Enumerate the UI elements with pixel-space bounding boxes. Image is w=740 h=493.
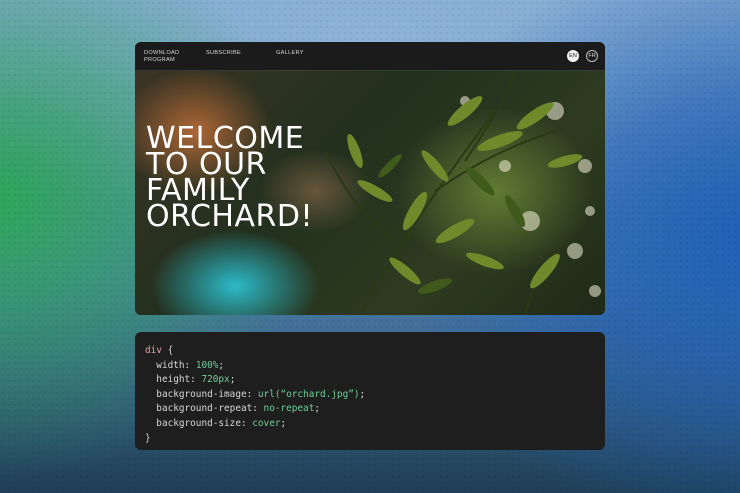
code-value: url(“orchard.jpg”): [257, 388, 360, 400]
code-line: height: 720px;: [156, 374, 236, 386]
code-property: height: [156, 374, 191, 386]
hero-banner: WELCOME TO OUR FAMILY ORCHARD!: [135, 71, 605, 315]
code-close-brace: }: [145, 432, 151, 444]
code-value: 100%: [195, 359, 219, 371]
nav-link-gallery[interactable]: GALLERY: [276, 50, 304, 57]
code-property: background-repeat: [156, 403, 253, 415]
code-content: div { width: 100%; height: 720px; backgr…: [145, 344, 365, 446]
hero-title: WELCOME TO OUR FAMILY ORCHARD!: [146, 121, 313, 234]
code-value: 720px: [201, 374, 230, 386]
code-property: background-size: [156, 417, 241, 429]
language-en-button[interactable]: EN: [567, 50, 579, 62]
code-line: background-size: cover;: [156, 417, 287, 429]
top-navigation: DOWNLOAD PROGRAM SUBSCRIBE GALLERY EN FR: [135, 42, 605, 71]
nav-link-download-program[interactable]: DOWNLOAD PROGRAM: [144, 50, 186, 64]
code-property: width: [156, 359, 185, 371]
code-property: background-image: [156, 388, 247, 400]
nav-link-subscribe[interactable]: SUBSCRIBE: [206, 50, 241, 57]
code-open-brace: {: [167, 345, 174, 356]
code-selector: div: [145, 345, 162, 356]
css-code-block: div { width: 100%; height: 720px; backgr…: [135, 332, 605, 450]
website-preview: DOWNLOAD PROGRAM SUBSCRIBE GALLERY EN FR: [135, 42, 605, 315]
code-line: background-repeat: no-repeat;: [156, 403, 321, 415]
code-line: width: 100%;: [156, 359, 225, 371]
language-fr-button[interactable]: FR: [586, 50, 598, 62]
code-value: no-repeat: [263, 403, 315, 415]
code-value: cover: [252, 417, 281, 429]
code-line: background-image: url(“orchard.jpg”);: [156, 388, 366, 400]
